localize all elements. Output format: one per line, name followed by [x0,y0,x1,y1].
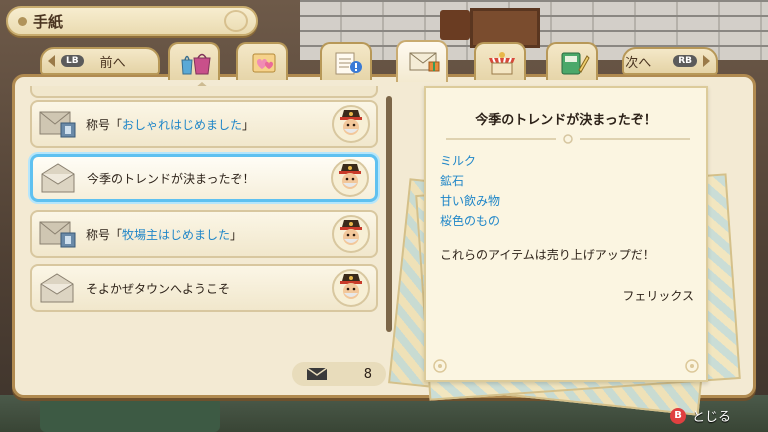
letter-icon [409,52,440,72]
title-bar: 手紙 [6,6,258,36]
prev-tab-button[interactable]: LB 前へ [40,47,160,75]
notice-icon [335,52,362,75]
emblem-icon [224,10,248,32]
list-item[interactable]: 称号「牧場主はじめました」 [30,210,378,258]
mail-count: 8 [363,366,372,382]
envelope-open-icon [39,160,79,196]
letter-list: 称号「おしゃれはじめました」 今季のトレンドが決まったぞ！ 称号「牧場主はじめま… [30,86,382,336]
letter-subject: 今季のトレンドが決まったぞ！ [87,171,255,186]
divider-ornament-icon [446,134,690,144]
list-scrollbar[interactable] [386,96,392,332]
tab-notices[interactable] [320,42,372,80]
title-dot-icon [18,16,27,26]
subject-highlight: おしゃれはじめました [122,117,243,132]
next-tab-button[interactable]: 次へ RB [622,47,718,75]
felix-avatar-icon [331,159,369,197]
rb-button-badge: RB [673,55,697,67]
shop-icon [489,52,515,75]
felix-avatar-icon [332,105,370,143]
tab-bags[interactable] [168,42,220,80]
list-item[interactable]: 称号「おしゃれはじめました」 [30,100,378,148]
close-label: とじる [692,410,732,425]
notebook-icon [561,52,590,75]
next-label: 次へ [625,55,652,71]
tab-shop[interactable] [474,42,526,80]
letter-subject: 称号「牧場主はじめました」 [86,227,243,242]
item-line: 甘い飲み物 [440,194,501,208]
close-button[interactable]: B とじる [670,406,731,425]
scrollbar-thumb[interactable] [386,96,392,332]
corner-flower-icon [433,359,447,373]
arrow-left-icon [48,55,55,67]
letter-signature: フェリックス [622,289,694,303]
list-item-partial[interactable] [30,86,378,98]
letter-preview: 今季のトレンドが決まったぞ！ ミルク 鉱石 甘い飲み物 桜色のもの これらのアイ… [388,84,743,416]
item-line: 桜色のもの [440,214,501,228]
subject-highlight: 牧場主はじめました [122,227,231,242]
envelope-open-icon [38,270,78,306]
letter-paper: 今季のトレンドが決まったぞ！ ミルク 鉱石 甘い飲み物 桜色のもの これらのアイ… [424,86,708,382]
felix-avatar-icon [332,269,370,307]
envelope-icon [38,216,78,252]
prev-label: 前へ [99,55,126,71]
tab-notebook[interactable] [546,42,598,80]
letter-subject: 称号「おしゃれはじめました」 [86,117,255,132]
tab-relationships[interactable] [236,42,288,80]
felix-avatar-icon [332,215,370,253]
arrow-right-icon [703,55,710,67]
background-shelf [440,10,470,40]
corner-flower-icon [685,359,699,373]
list-item-selected[interactable]: 今季のトレンドが決まったぞ！ [30,154,378,202]
list-item[interactable]: そよかぜタウンへようこそ [30,264,378,312]
background-rug [40,398,220,432]
item-line: 鉱石 [440,174,465,188]
b-button-badge: B [670,407,686,424]
letter-subject: そよかぜタウンへようこそ [86,281,231,296]
bags-icon [181,53,211,75]
item-line: ミルク [440,154,477,168]
lb-button-badge: LB [61,55,84,67]
mail-count-icon [306,367,328,380]
hearts-icon [252,53,276,73]
letter-body: これらのアイテムは売り上げアップだ！ [440,248,655,262]
letter-title: 今季のトレンドが決まったぞ！ [475,113,657,128]
page-title: 手紙 [33,12,64,31]
mail-count-badge: 8 [292,362,386,386]
tab-letters[interactable] [396,40,448,82]
envelope-icon [38,106,78,142]
